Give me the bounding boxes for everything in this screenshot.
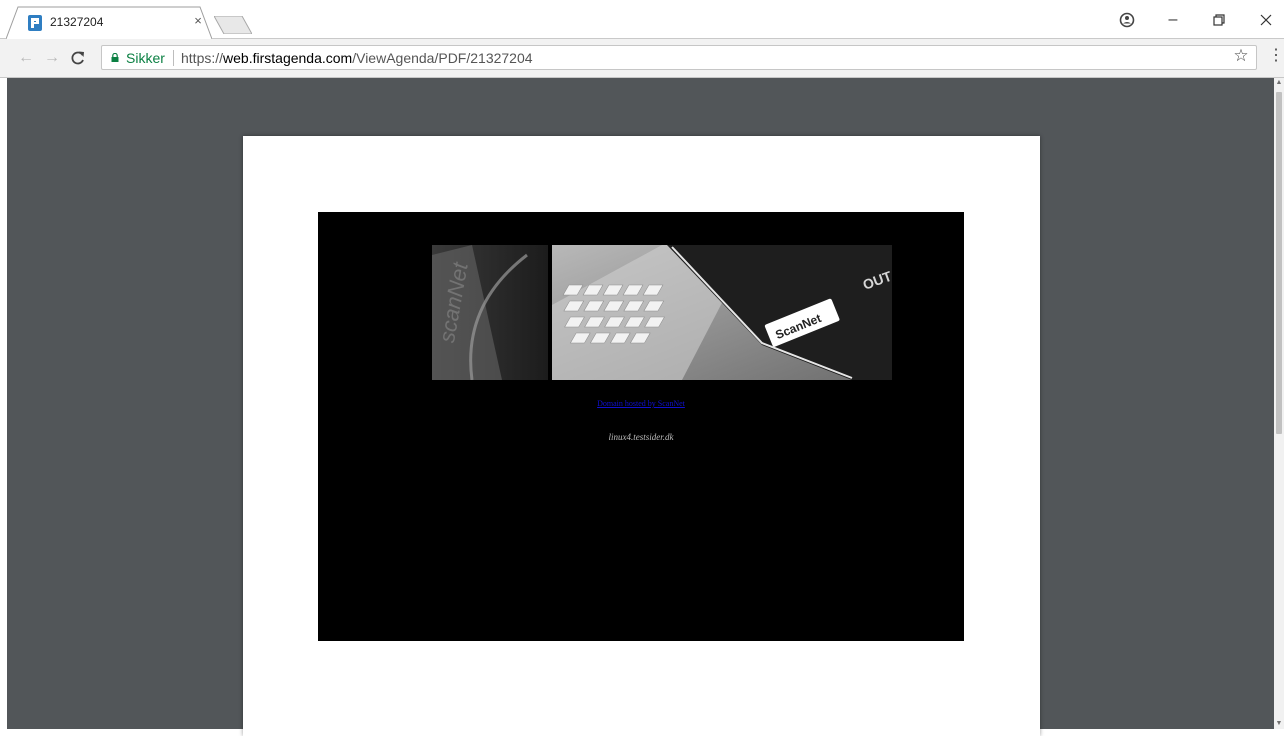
laptop-banner-image: scanNet ScanNet OUT [432, 245, 897, 380]
viewer-scrollbar[interactable]: ▲ ▼ [1274, 78, 1284, 729]
tab-title: 21327204 [50, 15, 104, 29]
forward-button[interactable]: → [43, 49, 61, 67]
page-black-panel: scanNet ScanNet OUT Domain hosted by Sca… [318, 212, 964, 641]
url-scheme: https:// [181, 50, 224, 66]
reload-button[interactable] [69, 49, 87, 67]
minimize-button[interactable]: – [1163, 10, 1183, 30]
account-icon[interactable] [1117, 10, 1137, 30]
bookmark-star-icon[interactable]: ☆ [1232, 47, 1250, 65]
lock-icon[interactable] [111, 53, 119, 62]
browser-toolbar: ← → Sikker https://web.firstagenda.com/V… [0, 39, 1284, 78]
tab-close-icon[interactable]: × [190, 13, 206, 29]
server-hostname: linux4.testsider.dk [608, 432, 674, 442]
pdf-page: scanNet ScanNet OUT Domain hosted by Sca… [243, 136, 1040, 736]
scroll-up-icon[interactable]: ▲ [1274, 78, 1284, 88]
address-bar[interactable]: Sikker https://web.firstagenda.com/ViewA… [101, 45, 1257, 70]
firstagenda-favicon-icon [28, 15, 42, 31]
secure-label[interactable]: Sikker [126, 50, 165, 66]
scroll-down-icon[interactable]: ▼ [1274, 719, 1284, 729]
back-button[interactable]: ← [17, 49, 35, 67]
url-path: /ViewAgenda/PDF/21327204 [352, 50, 533, 66]
url-text[interactable]: https://web.firstagenda.com/ViewAgenda/P… [181, 50, 533, 66]
browser-tab[interactable]: 21327204 × [6, 6, 212, 39]
hosted-by-link[interactable]: Domain hosted by ScanNet [318, 399, 964, 408]
new-tab-button[interactable] [214, 16, 252, 34]
url-host: web.firstagenda.com [223, 50, 353, 66]
tab-strip: 21327204 × – [0, 0, 1284, 39]
close-window-button[interactable] [1256, 10, 1276, 30]
scroll-thumb[interactable] [1276, 92, 1282, 434]
omnibox-separator [173, 50, 174, 66]
browser-menu-icon[interactable]: ⋮ [1268, 47, 1284, 65]
restore-button[interactable] [1209, 10, 1229, 30]
pdf-viewer: scanNet ScanNet OUT Domain hosted by Sca… [0, 78, 1284, 736]
